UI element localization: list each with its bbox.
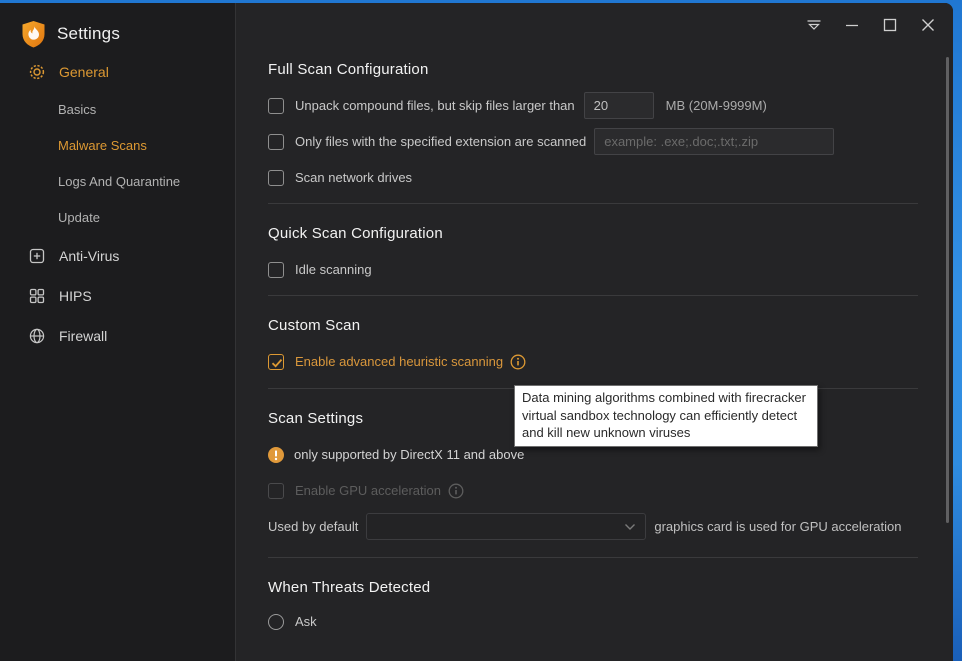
extension-list-input[interactable] — [594, 128, 834, 155]
gpu-acceleration-label: Enable GPU acceleration — [295, 483, 441, 498]
sidebar-item-label: Logs And Quarantine — [58, 174, 180, 189]
vertical-scrollbar-thumb[interactable] — [946, 57, 949, 523]
page-title: Settings — [57, 24, 120, 44]
plus-square-icon — [28, 247, 46, 265]
sidebar-item-update[interactable]: Update — [0, 207, 235, 227]
sidebar-item-anti-virus[interactable]: Anti-Virus — [0, 246, 235, 266]
scan-network-drives-checkbox[interactable] — [268, 170, 284, 186]
chevron-down-icon — [624, 523, 636, 531]
sidebar-item-label: Update — [58, 210, 100, 225]
extension-filter-label: Only files with the specified extension … — [295, 134, 586, 149]
idle-scanning-label: Idle scanning — [295, 262, 372, 277]
app-header: Settings — [0, 3, 235, 51]
section-title-quick-scan: Quick Scan Configuration — [268, 224, 918, 244]
close-icon[interactable] — [917, 14, 939, 36]
gpu-select-dropdown[interactable] — [366, 513, 646, 540]
heuristic-info-icon[interactable] — [510, 354, 526, 370]
sidebar: Settings General Basics Malware Scans Lo… — [0, 3, 236, 661]
sidebar-item-label: HIPS — [59, 288, 92, 304]
ask-radio-button[interactable] — [268, 614, 284, 630]
unpack-compound-files-row: Unpack compound files, but skip files la… — [268, 92, 918, 119]
ask-option-row: Ask — [268, 608, 918, 635]
sidebar-item-firewall[interactable]: Firewall — [0, 326, 235, 346]
section-divider — [268, 203, 918, 204]
section-title-custom-scan: Custom Scan — [268, 316, 918, 336]
idle-scanning-row: Idle scanning — [268, 256, 918, 283]
sidebar-item-logs-and-quarantine[interactable]: Logs And Quarantine — [0, 171, 235, 191]
gear-icon — [28, 63, 46, 81]
scan-network-drives-row: Scan network drives — [268, 164, 918, 191]
heuristic-scanning-checkbox[interactable] — [268, 354, 284, 370]
default-gpu-row: Used by default graphics card is used fo… — [268, 513, 918, 540]
unpack-compound-files-label: Unpack compound files, but skip files la… — [295, 98, 575, 113]
grid-squares-icon — [28, 287, 46, 305]
sidebar-item-label: Basics — [58, 102, 96, 117]
directx-warning-label: only supported by DirectX 11 and above — [294, 447, 524, 462]
globe-icon — [28, 327, 46, 345]
ask-radio-label: Ask — [295, 614, 317, 629]
idle-scanning-checkbox[interactable] — [268, 262, 284, 278]
sidebar-item-label: Firewall — [59, 328, 107, 344]
default-gpu-prefix-label: Used by default — [268, 519, 358, 534]
main-panel: Full Scan Configuration Unpack compound … — [236, 3, 953, 661]
section-title-full-scan: Full Scan Configuration — [268, 60, 918, 80]
heuristic-scanning-row: Enable advanced heuristic scanning — [268, 348, 918, 375]
gpu-acceleration-checkbox[interactable] — [268, 483, 284, 499]
tooltip-text: Data mining algorithms combined with fir… — [522, 390, 806, 440]
heuristic-tooltip: Data mining algorithms combined with fir… — [514, 385, 818, 447]
maximize-icon[interactable] — [879, 14, 901, 36]
scan-network-drives-label: Scan network drives — [295, 170, 412, 185]
section-divider — [268, 295, 918, 296]
sidebar-item-general[interactable]: General — [0, 62, 235, 82]
unpack-compound-files-checkbox[interactable] — [268, 98, 284, 114]
gpu-acceleration-row: Enable GPU acceleration — [268, 477, 918, 504]
sidebar-item-label: General — [59, 64, 109, 80]
sidebar-item-malware-scans[interactable]: Malware Scans — [0, 135, 235, 155]
heuristic-scanning-label: Enable advanced heuristic scanning — [295, 354, 503, 369]
sidebar-item-label: Anti-Virus — [59, 248, 119, 264]
skip-size-input[interactable] — [584, 92, 654, 119]
collapse-to-tray-icon[interactable] — [803, 14, 825, 36]
app-logo-shield-flame-icon — [21, 20, 46, 48]
sidebar-item-hips[interactable]: HIPS — [0, 286, 235, 306]
extension-filter-row: Only files with the specified extension … — [268, 128, 918, 155]
sidebar-nav: General Basics Malware Scans Logs And Qu… — [0, 62, 235, 346]
sidebar-item-basics[interactable]: Basics — [0, 99, 235, 119]
section-divider — [268, 557, 918, 558]
sidebar-item-label: Malware Scans — [58, 138, 147, 153]
skip-size-range-label: MB (20M-9999M) — [666, 98, 767, 113]
warning-icon — [268, 447, 284, 463]
window-controls — [803, 14, 939, 36]
minimize-icon[interactable] — [841, 14, 863, 36]
settings-window: Settings General Basics Malware Scans Lo… — [0, 3, 953, 661]
settings-content: Full Scan Configuration Unpack compound … — [236, 3, 953, 635]
extension-filter-checkbox[interactable] — [268, 134, 284, 150]
section-title-threats-detected: When Threats Detected — [268, 578, 918, 598]
gpu-info-icon[interactable] — [448, 483, 464, 499]
default-gpu-suffix-label: graphics card is used for GPU accelerati… — [654, 519, 901, 534]
